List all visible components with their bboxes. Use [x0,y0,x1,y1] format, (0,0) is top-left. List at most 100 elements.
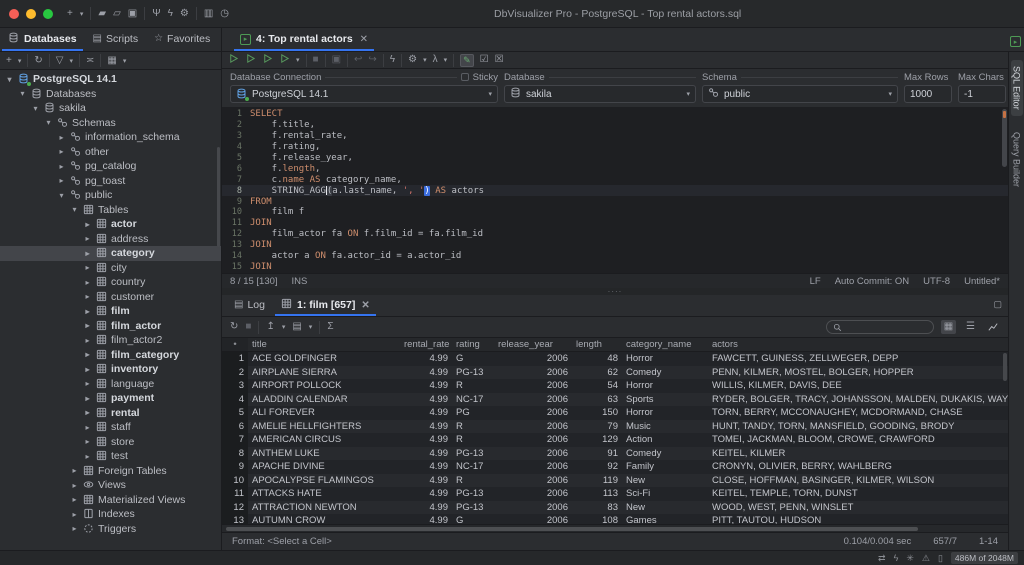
table-row[interactable]: 9APACHE DIVINE4.99NC-17200692FamilyCRONY… [222,460,1008,474]
cell-actors[interactable]: PENN, KILMER, MOSTEL, BOLGER, HOPPER [708,366,1008,380]
tree-chevron-icon[interactable]: ▸ [56,162,67,171]
tree-chevron-icon[interactable]: ▸ [82,263,93,272]
zoom-window-button[interactable] [43,9,53,19]
cell-length[interactable]: 48 [572,352,622,366]
row-number[interactable]: 7 [222,433,248,447]
cell-release_year[interactable]: 2006 [494,501,572,515]
close-window-button[interactable] [9,9,19,19]
cell-rental_rate[interactable]: 4.99 [400,420,452,434]
close-tab-icon[interactable]: ✕ [360,34,368,45]
view-options-button[interactable]: ▦ [107,56,116,66]
tree-item-databases[interactable]: ▾Databases [0,87,221,102]
cell-rental_rate[interactable]: 4.99 [400,474,452,488]
tree-item-schemas[interactable]: ▾Schemas [0,116,221,131]
cell-actors[interactable]: WOOD, WEST, PENN, WINSLET [708,501,1008,515]
tree-item-rental[interactable]: ▸rental [0,406,221,421]
cell-title[interactable]: APOCALYPSE FLAMINGOS [248,474,400,488]
tree-chevron-icon[interactable]: ▸ [69,524,80,533]
tree-item-inventory[interactable]: ▸inventory [0,362,221,377]
schema-select[interactable]: public ▾ [702,85,898,103]
cell-rating[interactable]: PG-13 [452,447,494,461]
sidebar-scrollbar[interactable] [217,147,220,247]
cell-category_name[interactable]: Comedy [622,447,708,461]
column-header-category_name[interactable]: category_name [622,338,708,351]
tree-item-test[interactable]: ▸test [0,449,221,464]
export-chevron-icon[interactable]: ▾ [282,323,286,331]
tree-chevron-icon[interactable]: ▸ [69,466,80,475]
row-number[interactable]: 3 [222,379,248,393]
tree-chevron-icon[interactable]: ▸ [82,350,93,359]
tree-chevron-icon[interactable]: ▸ [56,133,67,142]
tree-item-actor[interactable]: ▸actor [0,217,221,232]
cell-length[interactable]: 150 [572,406,622,420]
cell-category_name[interactable]: Sports [622,393,708,407]
code-line[interactable]: 8 STRING_AGG(a.last_name, ', ') AS actor… [222,185,1008,196]
cell-rating[interactable]: R [452,420,494,434]
cell-title[interactable]: APACHE DIVINE [248,460,400,474]
tree-chevron-icon[interactable]: ▸ [82,365,93,374]
cell-rating[interactable]: G [452,352,494,366]
cell-title[interactable]: ATTRACTION NEWTON [248,501,400,515]
export-grid-button[interactable]: ↥ [266,322,274,332]
cell-category_name[interactable]: Action [622,433,708,447]
cell-rating[interactable]: R [452,379,494,393]
rail-tab-sql-editor[interactable]: SQL Editor [1011,60,1023,116]
code-line[interactable]: 2 f.title, [222,120,1008,131]
tree-chevron-icon[interactable]: ▾ [30,104,41,113]
tree-item-film-actor2[interactable]: ▸film_actor2 [0,333,221,348]
cell-category_name[interactable]: Horror [622,379,708,393]
tree-chevron-icon[interactable]: ▸ [56,176,67,185]
cell-actors[interactable]: FAWCETT, GUINESS, ZELLWEGER, DEPP [708,352,1008,366]
cell-actors[interactable]: WILLIS, KILMER, DAVIS, DEE [708,379,1008,393]
open-file-button[interactable]: ▰ [98,9,106,19]
monitor-button[interactable]: ϟ [168,9,173,19]
row-number[interactable]: 13 [222,514,248,524]
tab-scripts[interactable]: ▤ Scripts [85,27,147,51]
cell-rental_rate[interactable]: 4.99 [400,406,452,420]
cell-title[interactable]: ANTHEM LUKE [248,447,400,461]
cell-release_year[interactable]: 2006 [494,366,572,380]
table-row[interactable]: 4ALADDIN CALENDAR4.99NC-17200663SportsRY… [222,393,1008,407]
scrollbar-thumb[interactable] [226,527,918,531]
cell-category_name[interactable]: Games [622,514,708,524]
row-number[interactable]: 8 [222,447,248,461]
tree-item-other[interactable]: ▸other [0,145,221,160]
cell-release_year[interactable]: 2006 [494,433,572,447]
tree-item-language[interactable]: ▸language [0,377,221,392]
cell-release_year[interactable]: 2006 [494,420,572,434]
cell-length[interactable]: 92 [572,460,622,474]
tree-item-tables[interactable]: ▾Tables [0,203,221,218]
column-header-title[interactable]: title [248,338,400,351]
aggregate-button[interactable]: Σ [327,322,333,332]
execute-current-button[interactable] [245,53,256,67]
cell-title[interactable]: ACE GOLDFINGER [248,352,400,366]
tree-chevron-icon[interactable]: ▸ [82,452,93,461]
tree-item-views[interactable]: ▸Views [0,478,221,493]
cell-category_name[interactable]: New [622,474,708,488]
cell-actors[interactable]: PITT, TAUTOU, HUDSON [708,514,1008,524]
new-connection-button[interactable]: + [67,9,73,19]
add-chevron-icon[interactable]: ▾ [18,57,22,65]
cell-category_name[interactable]: Music [622,420,708,434]
filter-button[interactable]: ▽ [56,56,64,66]
tree-chevron-icon[interactable]: ▸ [82,220,93,229]
cell-actors[interactable]: TORN, BERRY, MCCONAUGHEY, MCDORMAND, CHA… [708,406,1008,420]
tree-item-payment[interactable]: ▸payment [0,391,221,406]
table-row[interactable]: 2AIRPLANE SIERRA4.99PG-13200662ComedyPEN… [222,366,1008,380]
refresh-tree-button[interactable]: ↻ [34,56,42,66]
view-chevron-icon[interactable]: ▾ [123,57,127,65]
cell-actors[interactable]: HUNT, TANDY, TORN, MANSFIELD, GOODING, B… [708,420,1008,434]
tree-chevron-icon[interactable]: ▾ [69,205,80,214]
charts-button[interactable]: ▥ [204,9,213,19]
tab-result-film[interactable]: 1: film [657] ✕ [273,294,378,316]
cell-category_name[interactable]: Family [622,460,708,474]
tree-chevron-icon[interactable]: ▸ [82,394,93,403]
tree-item-postgresql-14-1[interactable]: ▾PostgreSQL 14.1 [0,72,221,87]
cell-actors[interactable]: CLOSE, HOFFMAN, BASINGER, KILMER, WILSON [708,474,1008,488]
table-row[interactable]: 10APOCALYPSE FLAMINGOS4.99R2006119NewCLO… [222,474,1008,488]
table-row[interactable]: 1ACE GOLDFINGER4.99G200648HorrorFAWCETT,… [222,352,1008,366]
add-connection-button[interactable]: + [6,56,12,66]
row-number[interactable]: 1 [222,352,248,366]
warnings-icon[interactable]: ⚠ [922,553,930,564]
tree-chevron-icon[interactable]: ▸ [69,495,80,504]
